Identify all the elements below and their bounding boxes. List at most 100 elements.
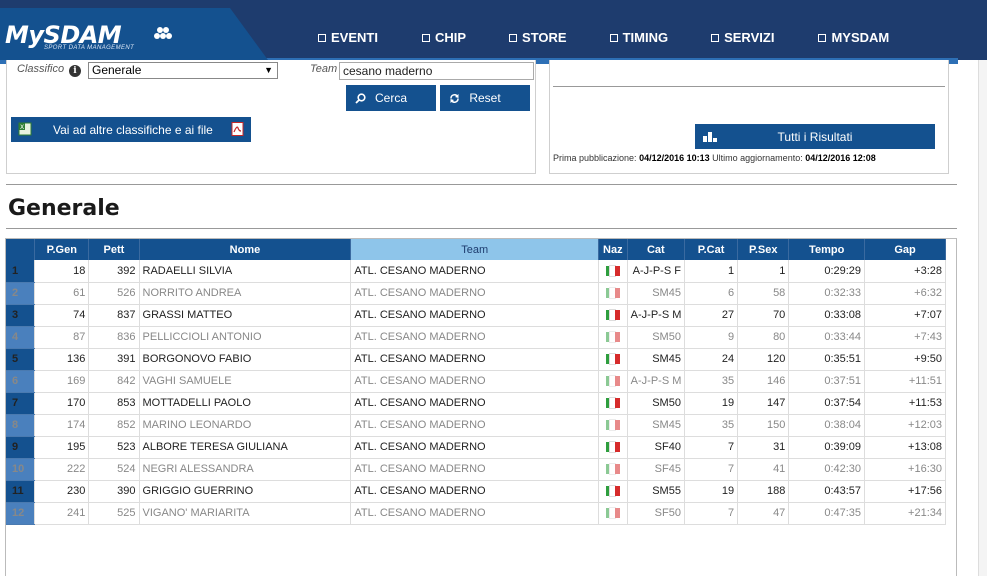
reset-button[interactable]: Reset [440,85,530,111]
table-row[interactable]: 5 136 391 BORGONOVO FABIO ATL. CESANO MADERN… [6,348,946,371]
col-header-psex[interactable]: P.Sex [737,239,790,260]
cell-rank: 8 [6,414,36,437]
cell-naz [598,370,628,393]
nav-bullet-icon [318,33,326,42]
table-row[interactable]: 11 230 390 GRIGGIO GUERRINO ATL. CESANO MADE… [6,480,946,503]
col-header-pett[interactable]: Pett [88,239,140,260]
cell-gap: +12:03 [864,414,946,437]
logo-block[interactable]: MySDAM SPORT DATA MANAGEMENT [0,8,268,60]
cell-team: ATL. CESANO MADERNO [350,392,600,415]
italy-flag-icon [605,331,620,344]
italy-flag-icon [605,309,620,322]
cell-tempo: 0:32:33 [788,282,866,305]
cell-pett: 525 [88,502,140,525]
italy-flag-icon [605,375,620,388]
table-row[interactable]: 1 18 392 RADAELLI SILVIA ATL. CESANO MADERNO… [6,260,946,283]
cell-naz [598,414,628,437]
cell-rank: 4 [6,326,36,349]
table-row[interactable]: 6 169 842 VAGHI SAMUELE ATL. CESANO MADERNO A… [6,370,946,393]
nav-bullet-icon [711,33,720,42]
nav-eventi[interactable]: EVENTI [318,30,378,45]
cell-rank: 1 [6,260,36,283]
cell-team: ATL. CESANO MADERNO [350,326,600,349]
cell-gap: +3:28 [864,260,946,283]
table-row[interactable]: 2 61 526 NORRITO ANDREA ATL. CESANO MADERNO S… [6,282,946,305]
cell-psex: 1 [737,260,790,283]
cell-pett: 390 [88,480,140,503]
nav-bullet-icon [609,33,618,42]
cell-team: ATL. CESANO MADERNO [350,370,600,393]
podium-icon [703,132,717,142]
cell-rank: 2 [6,282,36,305]
cell-team: ATL. CESANO MADERNO [350,436,600,459]
cell-team: ATL. CESANO MADERNO [350,348,600,371]
cell-pgen: 87 [34,326,90,349]
cell-pcat: 1 [684,260,739,283]
cell-pett: 392 [88,260,140,283]
cell-nome: ALBORE TERESA GIULIANA [139,436,352,459]
col-header-pcat[interactable]: P.Cat [684,239,739,260]
cell-pcat: 19 [684,392,739,415]
col-header-cat[interactable]: Cat [627,239,685,260]
cell-psex: 150 [737,414,790,437]
cell-pcat: 35 [684,414,739,437]
cell-gap: +11:51 [864,370,946,393]
cell-cat: A-J-P-S F [627,260,685,283]
search-icon [355,93,366,104]
table-row[interactable]: 7 170 853 MOTTADELLI PAOLO ATL. CESANO MADER… [6,392,946,415]
cell-tempo: 0:38:04 [788,414,866,437]
cell-naz [598,282,628,305]
table-row[interactable]: 3 74 837 GRASSI MATTEO ATL. CESANO MADERNO A-… [6,304,946,327]
col-header-nome[interactable]: Nome [139,239,352,260]
cell-cat: SM50 [627,392,685,415]
col-header-gap[interactable]: Gap [864,239,946,260]
nav-chip[interactable]: CHIP [421,30,466,45]
cell-psex: 120 [737,348,790,371]
page-scrollbar[interactable] [978,60,987,576]
cell-psex: 41 [737,458,790,481]
cell-naz [598,348,628,371]
cell-cat: SM45 [627,282,685,305]
cell-pgen: 18 [34,260,90,283]
cell-team: ATL. CESANO MADERNO [350,502,600,525]
cell-pcat: 35 [684,370,739,393]
cell-pett: 852 [88,414,140,437]
cell-tempo: 0:47:35 [788,502,866,525]
cell-psex: 47 [737,502,790,525]
nav-store[interactable]: STORE [509,30,567,45]
table-row[interactable]: 4 87 836 PELLICCIOLI ANTONIO ATL. CESANO MAD… [6,326,946,349]
col-header-team[interactable]: Team [350,239,600,260]
col-header-tempo[interactable]: Tempo [788,239,866,260]
publication-info: Prima pubblicazione: 04/12/2016 10:13 Ul… [553,153,876,163]
nav-mysdam[interactable]: MYSDAM [818,30,889,45]
first-pub-value: 04/12/2016 10:13 [639,153,710,163]
nav-servizi[interactable]: SERVIZI [711,30,774,45]
info-icon[interactable]: i [69,65,81,77]
table-row[interactable]: 12 241 525 VIGANO' MARIARITA ATL. CESANO MAD… [6,502,946,525]
col-header-pgen[interactable]: P.Gen [34,239,90,260]
nav-timing[interactable]: TIMING [609,30,668,45]
cell-rank: 6 [6,370,36,393]
cell-rank: 10 [6,458,36,481]
logo-tagline: SPORT DATA MANAGEMENT [44,45,135,51]
spreadsheet-icon: X [18,122,32,136]
cell-gap: +16:30 [864,458,946,481]
italy-flag-icon [605,507,620,520]
cell-naz [598,458,628,481]
table-row[interactable]: 9 195 523 ALBORE TERESA GIULIANA ATL. CESANO… [6,436,946,459]
team-input[interactable]: cesano maderno [339,62,534,80]
cell-tempo: 0:43:57 [788,480,866,503]
table-row[interactable]: 10 222 524 NEGRI ALESSANDRA ATL. CESANO MADE… [6,458,946,481]
all-results-button[interactable]: Tutti i Risultati [695,124,935,149]
col-header-naz[interactable]: Naz [598,239,628,260]
team-label: Team [310,63,338,75]
cell-tempo: 0:33:44 [788,326,866,349]
table-row[interactable]: 8 174 852 MARINO LEONARDO ATL. CESANO MADERN… [6,414,946,437]
classifica-select[interactable]: Generale ▼ [88,62,278,79]
cell-cat: SM45 [627,414,685,437]
search-button[interactable]: Cerca [346,85,436,111]
other-rankings-button[interactable]: X Vai ad altre classifiche e ai file [11,117,251,142]
refresh-icon [450,94,459,103]
cell-team: ATL. CESANO MADERNO [350,458,600,481]
cell-pgen: 230 [34,480,90,503]
